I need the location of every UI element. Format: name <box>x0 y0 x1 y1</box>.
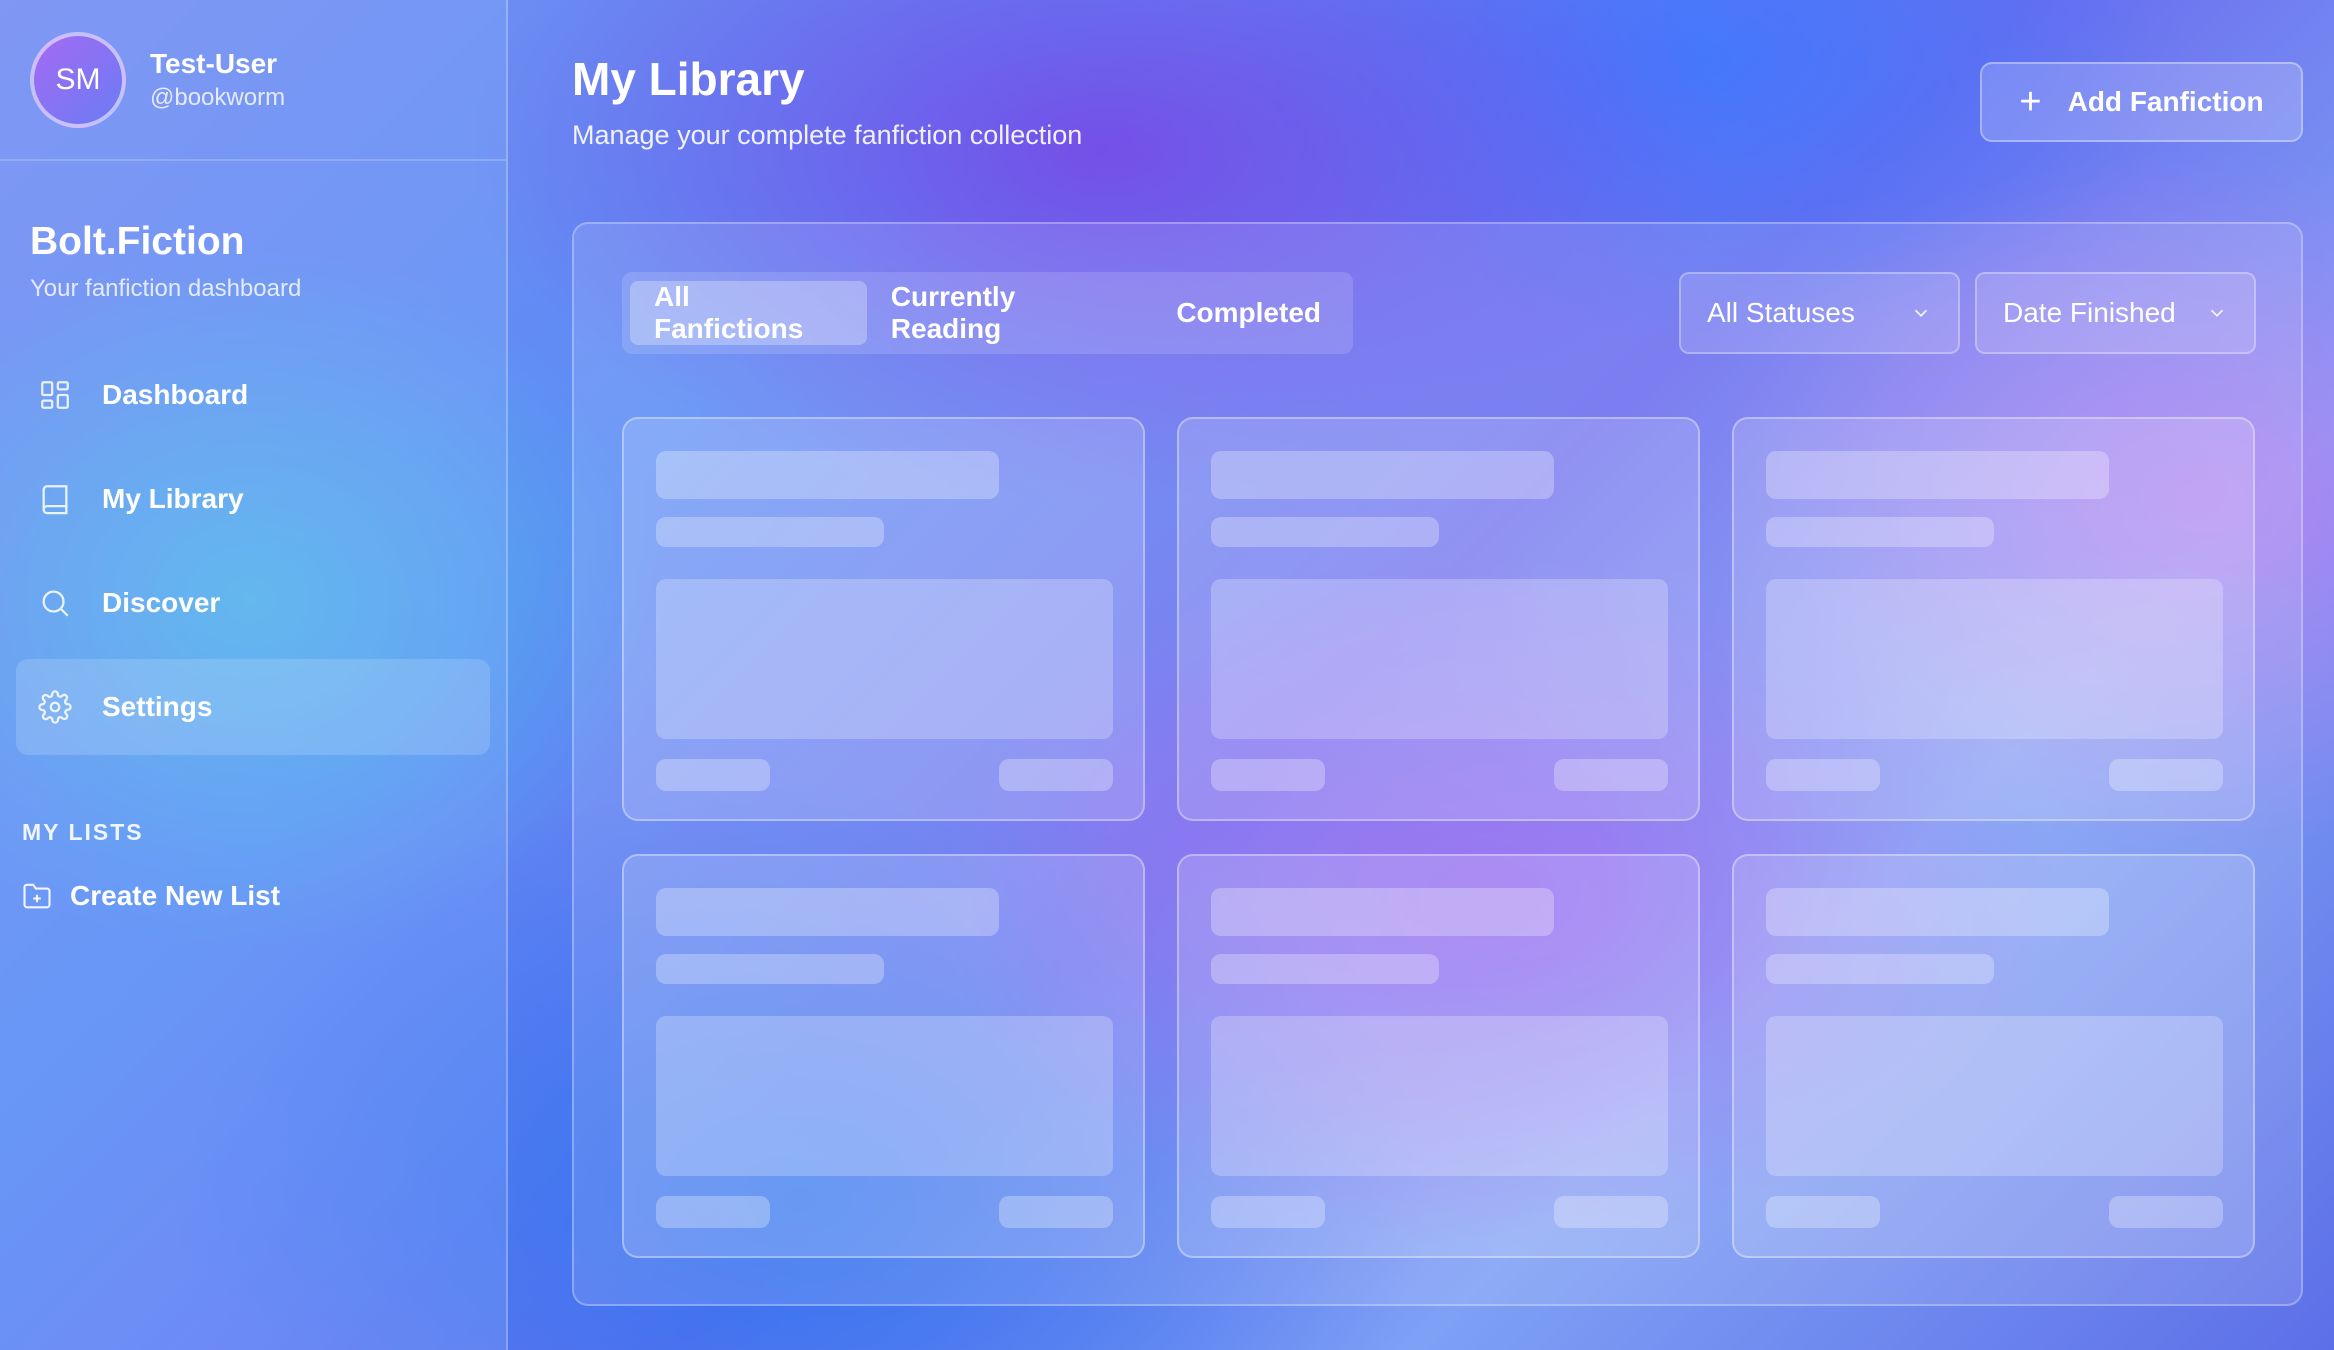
skeleton-title <box>656 451 999 499</box>
skeleton-card <box>1177 854 1700 1258</box>
tab-currently-reading[interactable]: Currently Reading <box>867 281 1153 345</box>
sidebar-item-discover[interactable]: Discover <box>16 555 490 651</box>
sidebar-item-settings[interactable]: Settings <box>16 659 490 755</box>
avatar[interactable]: SM <box>30 31 126 128</box>
main-content: My Library Manage your complete fanficti… <box>508 0 2334 1350</box>
tab-all-fanfictions[interactable]: All Fanfictions <box>630 281 867 345</box>
skeleton-card <box>1732 417 2255 821</box>
skeleton-card <box>1177 417 1700 821</box>
skeleton-footer-left <box>656 759 770 791</box>
sort-select[interactable]: Date Finished <box>1975 272 2256 354</box>
skeleton-footer-right <box>1554 759 1668 791</box>
sidebar-item-my-library[interactable]: My Library <box>16 451 490 547</box>
brand-subtitle: Your fanfiction dashboard <box>30 275 302 302</box>
skeleton-footer-left <box>1211 1196 1325 1228</box>
status-filter-value: All Statuses <box>1707 297 1855 328</box>
skeleton-footer-right <box>1554 1196 1668 1228</box>
book-icon <box>42 485 68 515</box>
create-list-label: Create New List <box>70 880 281 911</box>
skeleton-title <box>1211 451 1554 499</box>
skeleton-body <box>656 1016 1113 1176</box>
profile-name: Test-User <box>150 47 278 79</box>
brand-title: Bolt.Fiction <box>30 220 245 263</box>
skeleton-body <box>1211 1016 1668 1176</box>
sort-value: Date Finished <box>2003 297 2176 328</box>
skeleton-footer-right <box>999 1196 1113 1228</box>
skeleton-title <box>1211 888 1554 936</box>
skeleton-title <box>1766 451 2109 499</box>
skeleton-footer-left <box>1766 759 1880 791</box>
profile-handle: @bookworm <box>150 83 286 111</box>
skeleton-card <box>622 417 1145 821</box>
gear-icon <box>38 690 72 724</box>
sidebar-item-label: Settings <box>102 691 213 722</box>
sidebar: SM Test-User @bookworm Bolt.Fiction Your… <box>0 0 508 1350</box>
skeleton-title <box>1766 888 2109 936</box>
skeleton-card <box>1732 854 2255 1258</box>
skeleton-subtitle <box>1766 517 1994 547</box>
sidebar-item-dashboard[interactable]: Dashboard <box>16 347 490 443</box>
page-subtitle: Manage your complete fanfiction collecti… <box>572 120 1083 150</box>
lists-header: MY LISTS <box>22 819 144 845</box>
skeleton-body <box>1766 579 2223 739</box>
skeleton-subtitle <box>1211 517 1439 547</box>
dashboard-icon <box>41 381 69 409</box>
search-icon <box>42 590 69 617</box>
add-fanfiction-label: Add Fanfiction <box>2067 86 2264 117</box>
skeleton-footer-right <box>2109 759 2223 791</box>
skeleton-body <box>1211 579 1668 739</box>
brand: Bolt.Fiction Your fanfiction dashboard <box>0 161 506 303</box>
skeleton-footer-left <box>1211 759 1325 791</box>
skeleton-card <box>622 854 1145 1258</box>
sidebar-nav: Dashboard My Library Discover Settings <box>0 347 506 755</box>
skeleton-subtitle <box>1211 954 1439 984</box>
skeleton-subtitle <box>1766 954 1994 984</box>
user-profile[interactable]: SM Test-User @bookworm <box>0 0 506 161</box>
status-filter-select[interactable]: All Statuses <box>1679 272 1960 354</box>
add-fanfiction-button[interactable]: + Add Fanfiction <box>1980 62 2303 142</box>
library-tabs: All Fanfictions Currently Reading Comple… <box>622 272 1353 354</box>
skeleton-body <box>1766 1016 2223 1176</box>
folder-plus-icon <box>23 883 51 909</box>
tab-completed[interactable]: Completed <box>1152 281 1345 345</box>
sidebar-item-label: Dashboard <box>102 379 249 410</box>
skeleton-footer-right <box>999 759 1113 791</box>
plus-icon: + <box>2019 81 2042 123</box>
chevron-down-icon <box>1914 309 1928 318</box>
skeleton-footer-left <box>656 1196 770 1228</box>
skeleton-subtitle <box>656 954 884 984</box>
skeleton-footer-right <box>2109 1196 2223 1228</box>
page-title: My Library <box>572 53 805 105</box>
library-panel: All Fanfictions Currently Reading Comple… <box>572 222 2303 1306</box>
skeleton-body <box>656 579 1113 739</box>
sidebar-item-label: My Library <box>102 483 244 514</box>
profile-text: Test-User @bookworm <box>150 46 285 114</box>
sidebar-item-label: Discover <box>102 587 221 618</box>
skeleton-subtitle <box>656 517 884 547</box>
chevron-down-icon <box>2210 309 2224 318</box>
create-list-button[interactable]: Create New List <box>22 880 506 912</box>
skeleton-footer-left <box>1766 1196 1880 1228</box>
skeleton-title <box>656 888 999 936</box>
